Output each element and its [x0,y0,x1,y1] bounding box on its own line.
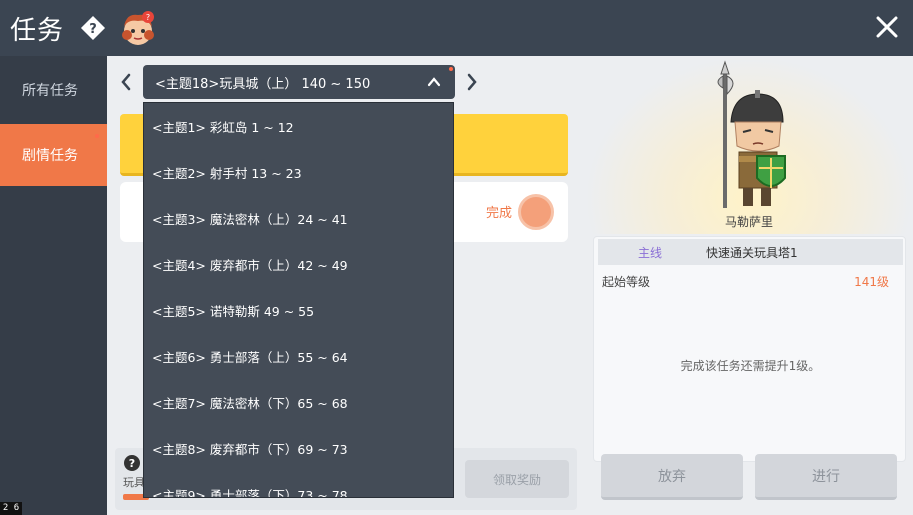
chapter-option[interactable]: <主题1> 彩虹岛 1 ~ 12 [144,103,453,149]
sidebar-item-all-quests[interactable]: 所有任务 [0,59,107,121]
chevron-up-icon [427,77,441,87]
chapter-option[interactable]: <主题6> 勇士部落（上）55 ~ 64 [144,333,453,379]
chevron-right-icon[interactable] [465,72,479,92]
chapter-option[interactable]: <主题7> 魔法密林（下）65 ~ 68 [144,379,453,425]
chapter-dropdown-list: <主题1> 彩虹岛 1 ~ 12 <主题2> 射手村 13 ~ 23 <主题3>… [143,102,454,498]
quest-info-box: 主线 快速通关玩具塔1 起始等级 141级 完成该任务还需提升1级。 [593,236,906,462]
help-diamond-icon[interactable]: ? [80,15,106,41]
start-level-value: 141级 [854,275,889,289]
notification-dot [449,67,453,71]
abandon-button[interactable]: 放弃 [601,454,743,500]
close-icon[interactable] [870,10,904,44]
quest-type-label: 主线 [638,246,663,260]
quest-done-label: 完成 [485,206,512,221]
chapter-option[interactable]: <主题4> 废弃都市（上）42 ~ 49 [144,241,453,287]
claim-reward-button[interactable]: 领取奖励 [465,460,569,498]
quest-title: 快速通关玩具塔1 [706,246,798,260]
proceed-button[interactable]: 进行 [755,454,897,500]
chevron-left-icon[interactable] [119,72,133,92]
chapter-option[interactable]: <主题8> 废弃都市（下）69 ~ 73 [144,425,453,471]
mascot-icon: ? [122,11,154,45]
chapter-dropdown[interactable]: <主题18>玩具城（上） 140 ~ 150 [143,65,455,99]
svg-text:?: ? [89,22,97,37]
window-header: 任务 ? ? [0,0,913,56]
chapter-option[interactable]: <主题2> 射手村 13 ~ 23 [144,149,453,195]
chapter-option[interactable]: <主题3> 魔法密林（上）24 ~ 41 [144,195,453,241]
npc-name: 马勒萨里 [724,215,773,229]
sidebar-item-story-quests[interactable]: 剧情任务 [0,124,107,186]
sidebar-item-label: 所有任务 [22,83,78,99]
sidebar: 所有任务 剧情任务 [0,56,107,515]
help-circle-icon[interactable]: ? [123,454,141,472]
npc-guard-icon [717,60,786,208]
start-level-label: 起始等级 [602,275,651,289]
quest-complete-badge-icon [518,194,554,230]
svg-text:?: ? [129,457,135,470]
svg-text:?: ? [146,13,150,22]
level-requirement-text: 完成该任务还需提升1级。 [680,359,821,373]
reward-bar-label: 玩具 [123,476,145,489]
sidebar-item-label: 剧情任务 [22,148,78,164]
quest-info-header: 主线 快速通关玩具塔1 [598,239,903,265]
chapter-option[interactable]: <主题5> 诺特勒斯 49 ~ 55 [144,287,453,333]
corner-number: 2 6 [0,502,22,515]
chapter-selected-label: <主题18>玩具城（上） 140 ~ 150 [155,76,371,92]
notification-dot [95,134,99,138]
quest-detail-panel: 马勒萨里 主线 快速通关玩具塔1 起始等级 141级 完成该任务还需提升1级。 … [585,56,913,515]
window-title: 任务 [10,16,65,46]
chapter-option[interactable]: <主题9> 勇士部落（下）73 ~ 78 [144,471,453,498]
npc-portrait-area: 马勒萨里 [585,56,913,234]
